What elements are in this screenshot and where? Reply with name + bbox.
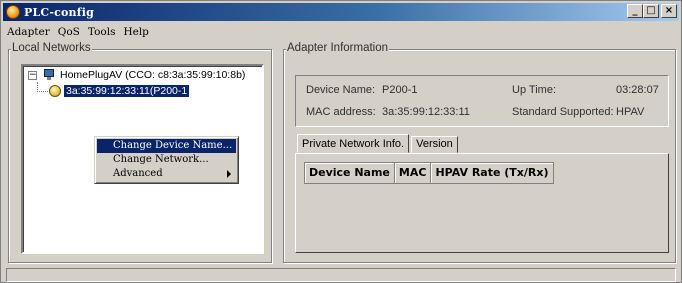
column-device-name[interactable]: Device Name [305, 163, 395, 183]
device-name-label: Device Name: [306, 84, 376, 96]
menu-tools[interactable]: Tools [84, 26, 120, 38]
device-icon [49, 85, 61, 97]
tab-strip: Private Network Info. Version [297, 134, 460, 154]
window-title: PLC-config [24, 5, 94, 19]
menu-help[interactable]: Help [119, 26, 152, 38]
local-networks-group: Local Networks − HomePlugAV (CCO: c8:3a:… [8, 42, 272, 263]
tree-child-row[interactable]: 3a:35:99:12:33:11(P200-1 [49, 85, 190, 97]
collapse-toggle[interactable]: − [28, 70, 37, 80]
title-bar[interactable]: PLC-config _ □ × [3, 3, 679, 21]
tree-root-label: HomePlugAV (CCO: c8:3a:35:99:10:8b) [60, 69, 246, 81]
device-name-value: P200-1 [382, 84, 418, 96]
uptime-label: Up Time: [512, 84, 557, 96]
uptime-value: 03:28:07 [616, 84, 659, 96]
info-panel: Device Name: P200-1 Up Time: 03:28:07 MA… [295, 75, 669, 127]
maximize-button[interactable]: □ [643, 4, 659, 18]
context-menu: Change Device Name... Change Network... … [94, 136, 239, 184]
close-button[interactable]: × [661, 4, 677, 18]
tab-panel: Device Name MAC HPAV Rate (Tx/Rx) [295, 153, 669, 253]
mac-label: MAC address: [306, 106, 376, 118]
local-networks-label: Local Networks [11, 42, 92, 54]
grid-header: Device Name MAC HPAV Rate (Tx/Rx) [304, 162, 554, 184]
window-controls: _ □ × [627, 4, 677, 18]
menu-item-advanced-label: Advanced [113, 168, 163, 179]
menu-bar: Adapter QoS Tools Help [3, 23, 153, 41]
mac-value: 3a:35:99:12:33:11 [382, 106, 470, 118]
adapter-info-label: Adapter Information [286, 42, 390, 54]
standard-label: Standard Supported: [512, 106, 614, 118]
menu-item-change-device-name[interactable]: Change Device Name... [97, 139, 236, 153]
tree-child-label: 3a:35:99:12:33:11(P200-1 [64, 85, 190, 97]
menu-item-change-network[interactable]: Change Network... [97, 153, 236, 167]
adapter-info-group: Adapter Information Device Name: P200-1 … [283, 42, 676, 263]
standard-value: HPAV [616, 106, 645, 118]
menu-qos[interactable]: QoS [54, 26, 84, 38]
tab-version[interactable]: Version [411, 136, 458, 153]
column-hpav-rate[interactable]: HPAV Rate (Tx/Rx) [431, 163, 552, 183]
menu-adapter[interactable]: Adapter [3, 26, 54, 38]
network-icon [42, 69, 56, 81]
menu-item-advanced[interactable]: Advanced [97, 167, 236, 181]
app-icon [6, 5, 20, 19]
tree-root-row[interactable]: − HomePlugAV (CCO: c8:3a:35:99:10:8b) [28, 69, 245, 81]
submenu-arrow-icon [227, 170, 231, 178]
tab-private-network-info[interactable]: Private Network Info. [297, 134, 410, 153]
tree-connector-line [37, 91, 48, 92]
app-window: PLC-config _ □ × Adapter QoS Tools Help … [0, 0, 682, 283]
minimize-button[interactable]: _ [627, 4, 643, 18]
column-mac[interactable]: MAC [395, 163, 432, 183]
status-bar [6, 268, 676, 282]
